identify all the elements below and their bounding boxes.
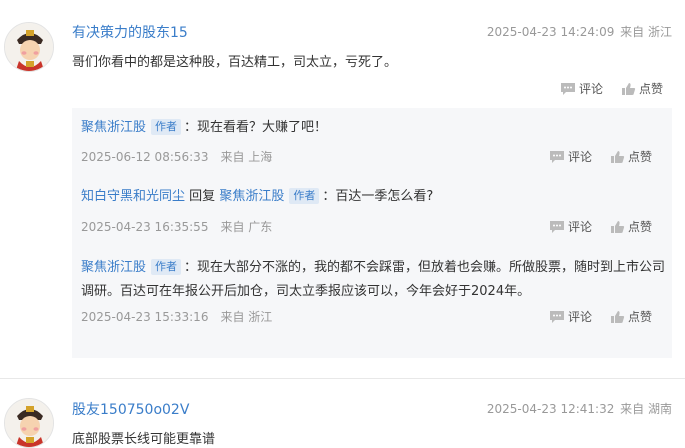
- comment-timestamp: 2025-04-23 14:24:09: [486, 25, 615, 39]
- reply-location: 来自 上海: [220, 150, 273, 164]
- thumbs-up-icon: [621, 82, 636, 95]
- avatar[interactable]: [4, 398, 54, 448]
- reply-location: 来自 广东: [220, 220, 273, 234]
- comment-divider: [0, 378, 685, 379]
- reply-text: ：现在看看？大赚了吧！: [184, 120, 328, 135]
- reply-actions: 评论 点赞: [549, 218, 652, 235]
- reply-comment-button[interactable]: 评论: [549, 218, 592, 235]
- reply-meta: 2025-06-12 08:56:33 来自 上海: [81, 148, 272, 165]
- comment-meta: 2025-04-23 14:24:09 来自 浙江: [487, 23, 672, 40]
- comment-bubble-icon: [549, 150, 564, 163]
- comment-label: 评论: [567, 220, 592, 234]
- like-label: 点赞: [627, 150, 652, 164]
- reply-item: 聚焦浙江股 作者 ：现在大部分不涨的，我的都不会踩雷，但放着也会赚。所做股票，随时到…: [81, 256, 667, 304]
- author-badge: 作者: [289, 188, 320, 204]
- thumbs-up-icon: [610, 220, 625, 233]
- reply-timestamp: 2025-04-23 16:35:55: [81, 220, 209, 234]
- comment-meta: 2025-04-23 12:41:32 来自 湖南: [487, 400, 672, 417]
- reply-to-author[interactable]: 聚焦浙江股: [219, 189, 284, 204]
- reply-like-button[interactable]: 点赞: [610, 148, 652, 165]
- reply-author[interactable]: 聚焦浙江股: [81, 120, 146, 135]
- comment-username[interactable]: 有决策力的股东15: [72, 22, 188, 42]
- reply-text: ：百达一季怎么看?: [322, 189, 434, 204]
- reply-actions: 评论 点赞: [549, 148, 652, 165]
- comment-text: 哥们你看中的都是这种股，百达精工，司太立，亏死了。: [72, 55, 398, 70]
- reply-meta: 2025-04-23 16:35:55 来自 广东: [81, 218, 272, 235]
- comment-label: 评论: [567, 150, 592, 164]
- comment-bubble-icon: [549, 310, 564, 323]
- comment-text: 底部股票长线可能更靠谱: [72, 432, 216, 447]
- reply-item: 聚焦浙江股 作者 ：现在看看？大赚了吧！: [81, 116, 327, 140]
- reply-author[interactable]: 知白守黑和光同尘: [81, 189, 185, 204]
- comment-bubble-icon: [560, 82, 575, 95]
- reply-comment-button[interactable]: 评论: [549, 148, 592, 165]
- reply-comment-button[interactable]: 评论: [549, 308, 592, 325]
- comment-button[interactable]: 评论: [560, 80, 603, 97]
- comment-actions: 评论 点赞: [560, 80, 663, 97]
- comment-location: 来自 浙江: [620, 25, 672, 39]
- author-badge: 作者: [151, 259, 182, 275]
- comment-bubble-icon: [549, 220, 564, 233]
- reply-like-button[interactable]: 点赞: [610, 308, 652, 325]
- reply-word: 回复: [189, 189, 216, 204]
- avatar[interactable]: [4, 22, 54, 72]
- comment-location: 来自 湖南: [620, 402, 672, 416]
- like-label: 点赞: [638, 82, 663, 96]
- reply-meta: 2025-04-23 15:33:16 来自 浙江: [81, 308, 272, 325]
- comment-label: 评论: [578, 82, 603, 96]
- reply-actions: 评论 点赞: [549, 308, 652, 325]
- like-label: 点赞: [627, 220, 652, 234]
- reply-timestamp: 2025-04-23 15:33:16: [81, 310, 209, 324]
- thumbs-up-icon: [610, 310, 625, 323]
- reply-location: 来自 浙江: [220, 310, 273, 324]
- like-button[interactable]: 点赞: [621, 80, 663, 97]
- reply-box: 聚焦浙江股 作者 ：现在看看？大赚了吧！ 2025-06-12 08:56:33 来自…: [72, 108, 672, 358]
- reply-like-button[interactable]: 点赞: [610, 218, 652, 235]
- reply-timestamp: 2025-06-12 08:56:33: [81, 150, 209, 164]
- comment-username[interactable]: 股友150750o02V: [72, 399, 189, 419]
- comment-timestamp: 2025-04-23 12:41:32: [486, 402, 615, 416]
- like-label: 点赞: [627, 310, 652, 324]
- comment-label: 评论: [567, 310, 592, 324]
- author-badge: 作者: [151, 119, 182, 135]
- thumbs-up-icon: [610, 150, 625, 163]
- reply-author[interactable]: 聚焦浙江股: [81, 260, 146, 275]
- reply-item: 知白守黑和光同尘 回复 聚焦浙江股 作者 ：百达一季怎么看?: [81, 185, 433, 209]
